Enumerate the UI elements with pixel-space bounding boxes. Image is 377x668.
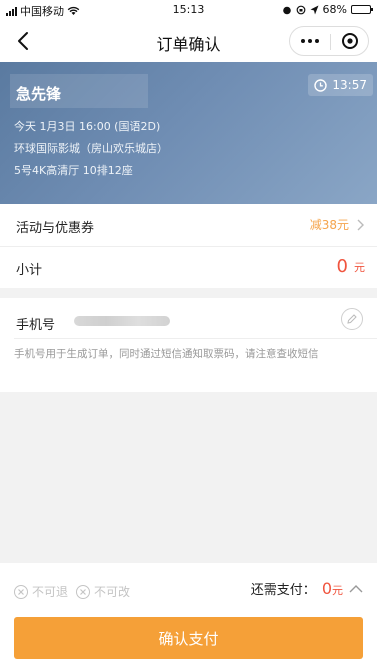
promo-row[interactable]: 活动与优惠券 减38元: [0, 204, 377, 246]
bottom-pay-bar: 不可退 不可改 还需支付： 0元 确认支付: [0, 563, 377, 668]
confirm-pay-button[interactable]: 确认支付: [14, 617, 363, 659]
showtime-text: 今天 1月3日 16:00 (国语2D): [14, 120, 161, 133]
countdown-time: 13:57: [332, 78, 367, 92]
need-pay-label: 还需支付：: [250, 583, 316, 598]
pencil-icon: [347, 314, 357, 324]
clock-icon: [314, 78, 328, 92]
status-right: 68%: [282, 3, 373, 16]
movie-title: 急先锋: [10, 74, 148, 108]
target-close-icon: [342, 33, 358, 49]
ticket-policy: 不可退 不可改: [14, 583, 130, 600]
cinema-name: 环球国际影城（房山欢乐城店）: [14, 142, 168, 155]
more-options-button[interactable]: [290, 27, 330, 55]
payment-countdown: 13:57: [308, 74, 373, 96]
chevron-up-icon[interactable]: [349, 584, 363, 594]
chevron-right-icon: [357, 219, 364, 230]
subtotal-amount: 0元: [336, 256, 365, 277]
promo-discount: 减38元: [309, 218, 349, 232]
subtotal-label: 小计: [16, 263, 43, 278]
phone-number-masked: [74, 316, 170, 326]
promo-label: 活动与优惠券: [16, 221, 95, 236]
seat-info: 5号4K高清厅 10排12座: [14, 164, 133, 177]
miniprogram-capsule: [289, 26, 369, 56]
no-change-icon: [76, 584, 91, 599]
location-icon: [310, 5, 319, 14]
battery-percent: 68%: [322, 3, 347, 16]
no-refund-text: 不可退: [32, 585, 69, 599]
more-dots-icon: [301, 39, 305, 43]
close-miniprogram-button[interactable]: [330, 27, 370, 55]
price-section: 活动与优惠券 减38元 小计 0元: [0, 204, 377, 288]
alarm-icon: [282, 6, 291, 14]
pay-summary[interactable]: 还需支付： 0元: [251, 579, 363, 598]
phone-label: 手机号: [16, 318, 56, 333]
phone-section: 手机号 手机号用于生成订单，同时通过短信通知取票码，请注意查收短信: [0, 298, 377, 392]
orientation-lock-icon: [296, 5, 305, 14]
status-bar: 中国移动 15:13 68%: [0, 0, 377, 20]
no-refund-icon: [14, 584, 28, 599]
nav-bar: 订单确认: [0, 20, 377, 62]
no-change-text: 不可改: [94, 585, 131, 599]
edit-phone-button[interactable]: [341, 308, 363, 330]
subtotal-row: 小计 0元: [0, 246, 377, 288]
phone-note: 手机号用于生成订单，同时通过短信通知取票码，请注意查收短信: [14, 348, 319, 360]
movie-info-banner: 急先锋 13:57 今天 1月3日 16:00 (国语2D) 环球国际影城（房山…: [0, 62, 377, 204]
need-pay-amount: 0元: [321, 579, 343, 598]
battery-icon: [351, 5, 373, 14]
